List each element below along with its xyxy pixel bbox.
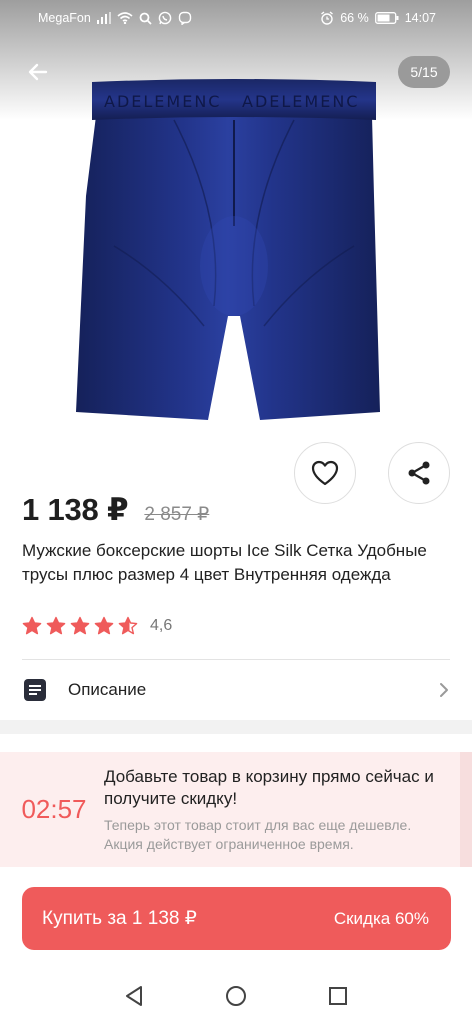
star-icon: [70, 616, 90, 635]
rating-value: 4,6: [150, 617, 173, 634]
promo-text: Добавьте товар в корзину прямо сейчас и …: [104, 766, 472, 854]
circle-home-icon: [226, 986, 246, 1006]
promo-title: Добавьте товар в корзину прямо сейчас и …: [104, 766, 434, 808]
signal-icon: [96, 12, 111, 24]
promo-banner: 02:57 Добавьте товар в корзину прямо сей…: [0, 752, 472, 867]
search-icon: [139, 12, 152, 25]
arrow-left-icon: [28, 63, 48, 81]
star-icon: [22, 616, 42, 635]
description-row[interactable]: Описание: [0, 662, 472, 718]
promo-accent: [460, 752, 472, 867]
discount-label: Скидка 60%: [333, 908, 429, 928]
heart-icon: [311, 460, 339, 486]
star-icon: [118, 616, 138, 635]
square-recents-icon: [329, 987, 347, 1005]
product-gallery[interactable]: ADELEMENC ADELEMENC 5/15: [0, 0, 472, 440]
nav-back-button[interactable]: [122, 984, 146, 1008]
system-navigation-bar: [0, 968, 472, 1024]
star-icon: [94, 616, 114, 635]
status-bar: MegaFon 66 % 14:07: [0, 0, 472, 36]
favorite-button[interactable]: [294, 442, 356, 504]
triangle-back-icon: [126, 986, 142, 1006]
share-button[interactable]: [388, 442, 450, 504]
waistband-logo-left: ADELEMENC: [104, 92, 221, 111]
battery-percent: 66 %: [340, 11, 369, 25]
divider: [22, 659, 450, 660]
alarm-icon: [321, 11, 334, 25]
image-counter: 5/15: [398, 56, 450, 88]
whatsapp-icon: [158, 11, 172, 25]
old-price: 2 857 ₽: [144, 504, 210, 525]
countdown-timer: 02:57: [21, 794, 87, 824]
buy-label: Купить за 1 138 ₽: [42, 908, 197, 929]
viber-icon: [178, 11, 192, 25]
nav-recents-button[interactable]: [326, 984, 350, 1008]
back-button[interactable]: [22, 56, 54, 88]
waistband-logo-right: ADELEMENC: [242, 92, 359, 111]
star-icon: [46, 616, 66, 635]
carrier-name: MegaFon: [38, 11, 91, 25]
current-price: 1 138 ₽: [22, 492, 129, 527]
rating[interactable]: 4,6: [22, 616, 172, 636]
product-title: Мужские боксерские шорты Ice Silk Сетка …: [22, 541, 427, 584]
clock: 14:07: [404, 11, 436, 25]
share-icon: [408, 461, 430, 485]
section-separator: [0, 720, 472, 734]
nav-home-button[interactable]: [224, 984, 248, 1008]
battery-icon: [374, 12, 399, 24]
rating-stars: [22, 616, 138, 636]
promo-subtitle: Теперь этот товар стоит для вас еще деше…: [104, 816, 412, 852]
price-row: 1 138 ₽ 2 857 ₽: [22, 492, 209, 528]
document-icon: [24, 679, 46, 701]
wifi-icon: [117, 12, 133, 24]
chevron-right-icon: [440, 683, 448, 697]
product-image: ADELEMENC ADELEMENC: [76, 79, 380, 420]
buy-button[interactable]: Купить за 1 138 ₽ Скидка 60%: [22, 887, 451, 950]
description-label: Описание: [68, 680, 147, 699]
